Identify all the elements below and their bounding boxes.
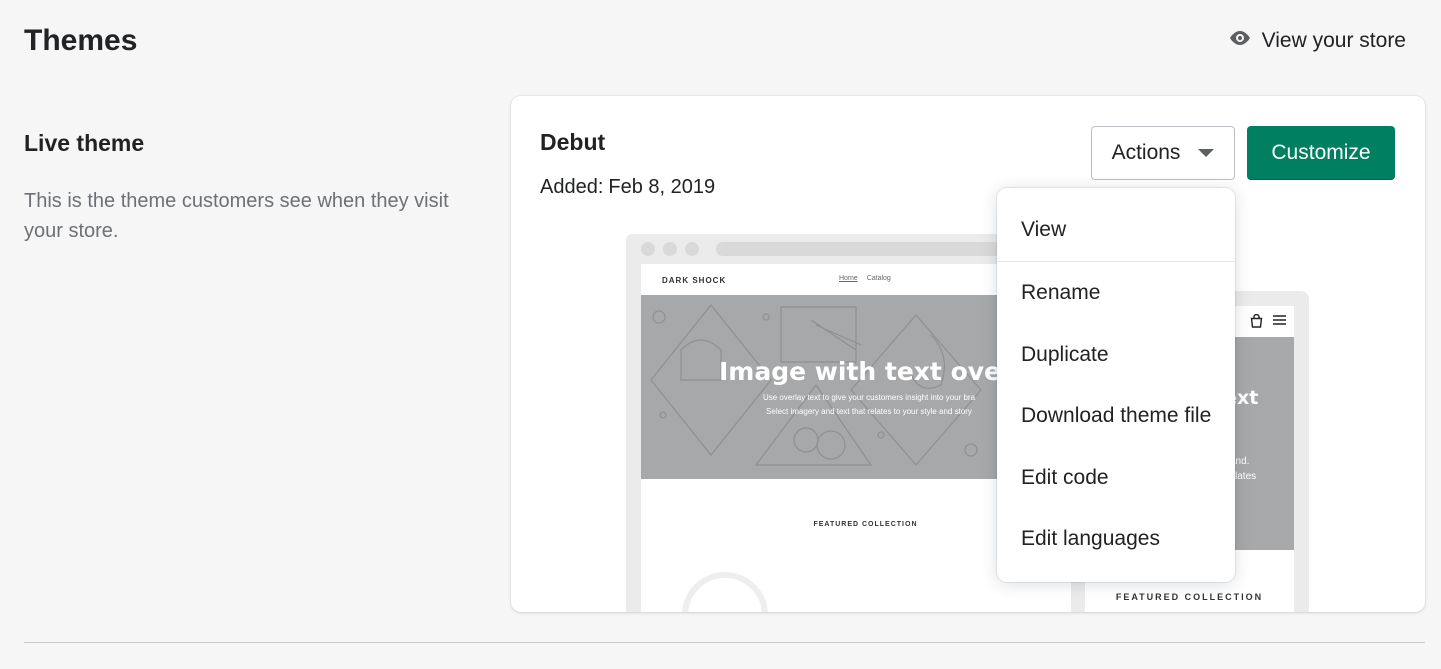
section-title: Live theme: [24, 130, 145, 156]
view-store-link[interactable]: View your store: [1228, 26, 1406, 56]
preview-brand: DARK SHOCK: [662, 276, 727, 285]
menu-item-view[interactable]: View: [1021, 218, 1066, 242]
caret-down-icon: [1198, 149, 1215, 157]
preview-hero-sub-line: Use overlay text to give your customers …: [762, 393, 976, 402]
theme-name: Debut: [540, 129, 606, 155]
preview-nav-catalog: Catalog: [866, 275, 891, 282]
theme-card: Debut Added: Feb 8, 2019 Actions Customiz…: [511, 96, 1425, 612]
section-description: This is the theme customers see when the…: [24, 190, 449, 242]
window-dots: [641, 242, 699, 256]
menu-item-edit-code[interactable]: Edit code: [1021, 466, 1109, 490]
added-label: Added:: [540, 176, 604, 198]
menu-divider: [997, 261, 1235, 262]
menu-icon: [1273, 314, 1286, 331]
eye-icon: [1228, 26, 1252, 56]
preview-product-placeholder: [682, 572, 768, 612]
preview-nav-home: Home: [839, 275, 858, 282]
menu-item-rename[interactable]: Rename: [1021, 281, 1100, 305]
preview-hero-sub-line: Select imagery and text that relates to …: [766, 407, 972, 416]
mobile-featured-heading: FEATURED COLLECTION: [1115, 592, 1264, 602]
preview-hero-subtitle: Use overlay text to give your customers …: [719, 391, 1019, 419]
theme-added-date: Added: Feb 8, 2019: [540, 176, 715, 199]
preview-nav: Home Catalog: [839, 275, 891, 282]
mobile-header-icons: [1250, 313, 1286, 331]
page-title: Themes: [24, 24, 138, 57]
menu-item-duplicate[interactable]: Duplicate: [1021, 343, 1109, 367]
menu-item-edit-languages[interactable]: Edit languages: [1021, 527, 1160, 551]
customize-button[interactable]: Customize: [1247, 126, 1395, 180]
view-store-label: View your store: [1261, 29, 1406, 52]
actions-label: Actions: [1111, 141, 1181, 164]
actions-button[interactable]: Actions: [1091, 126, 1235, 180]
bag-icon: [1250, 313, 1263, 331]
actions-dropdown-menu: View Rename Duplicate Download theme fil…: [997, 188, 1235, 582]
preview-hero-title: Image with text overla: [719, 357, 1039, 386]
menu-item-download-theme-file[interactable]: Download theme file: [1021, 404, 1211, 428]
added-date: Feb 8, 2019: [608, 176, 716, 198]
section-divider: [24, 642, 1425, 643]
